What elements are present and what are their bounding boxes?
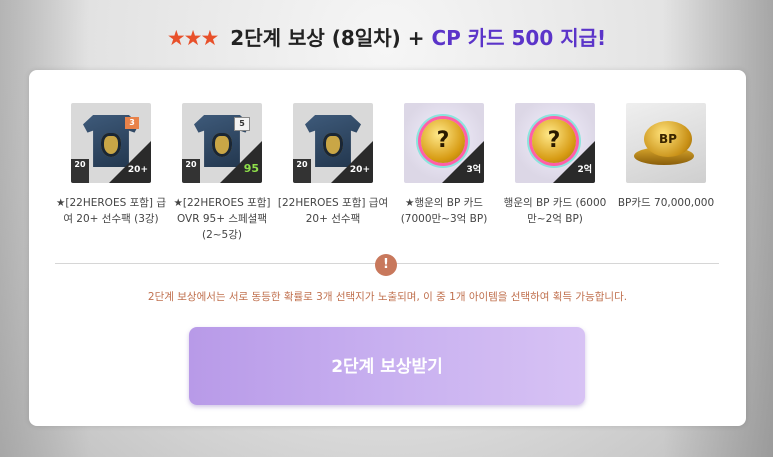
reward-item: 20 20+ [22HEROES 포함] 급여 20+ 선수팩 [277,103,389,227]
title-accent-text: CP 카드 500 지급! [431,26,607,50]
pack-grade-badge: 20+ [127,165,148,175]
reward-label: [22HEROES 포함] 급여 20+ 선수팩 [277,197,389,225]
reward-item: ? 2억 행운의 BP 카드 (6000만~2억 BP) [499,103,611,227]
title-main-text: 2단계 보상 (8일차) + [230,26,425,50]
reward-list: 3 20 20+ ★[22HEROES 포함] 급여 20+ 선수팩 (3강) … [55,103,735,253]
lucky-bp-card-icon: ? 3억 [404,103,484,183]
season-badge: 20 [182,159,200,183]
season-badge: 20 [71,159,89,183]
reward-label: BP카드 70,000,000 [617,197,715,209]
bp-coins-icon: BP [626,103,706,183]
reward-label: ★[22HEROES 포함] OVR 95+ 스페셜팩 (2~5강) [173,197,271,241]
page-title: ★★★ 2단계 보상 (8일차) + CP 카드 500 지급! [0,22,773,51]
jersey-pack-icon: 20 20+ [293,103,373,183]
jersey-pack-icon: 3 20 20+ [71,103,151,183]
star-rating-icon: ★★★ [166,26,220,50]
reward-label: ★행운의 BP 카드 (7000만~3억 BP) [400,197,488,225]
enhance-level-tag: 5 [234,117,250,131]
pack-grade-badge: 20+ [349,165,370,175]
reward-label: 행운의 BP 카드 (6000만~2억 BP) [503,197,607,225]
reward-item: 3 20 20+ ★[22HEROES 포함] 급여 20+ 선수팩 (3강) [55,103,167,227]
jersey-pack-icon: 5 20 95 [182,103,262,183]
ovr-badge: 95 [243,162,259,175]
bp-coin-icon: BP [644,121,692,157]
exclamation-icon: ! [375,254,397,276]
reward-item: ? 3억 ★행운의 BP 카드 (7000만~3억 BP) [388,103,500,227]
reward-item: 5 20 95 ★[22HEROES 포함] OVR 95+ 스페셜팩 (2~5… [166,103,278,243]
max-bp-badge: 2억 [577,165,592,175]
notice-text: 2단계 보상에서는 서로 동등한 확률로 3개 선택지가 노출되며, 이 중 1… [147,291,628,303]
claim-reward-button[interactable]: 2단계 보상받기 [189,327,585,405]
max-bp-badge: 3억 [466,165,481,175]
season-badge: 20 [293,159,311,183]
enhance-level-tag: 3 [125,117,139,129]
reward-panel: 3 20 20+ ★[22HEROES 포함] 급여 20+ 선수팩 (3강) … [29,70,746,426]
lucky-bp-card-icon: ? 2억 [515,103,595,183]
reward-item: BP BP카드 70,000,000 [610,103,722,211]
reward-label: ★[22HEROES 포함] 급여 20+ 선수팩 (3강) [55,197,166,225]
